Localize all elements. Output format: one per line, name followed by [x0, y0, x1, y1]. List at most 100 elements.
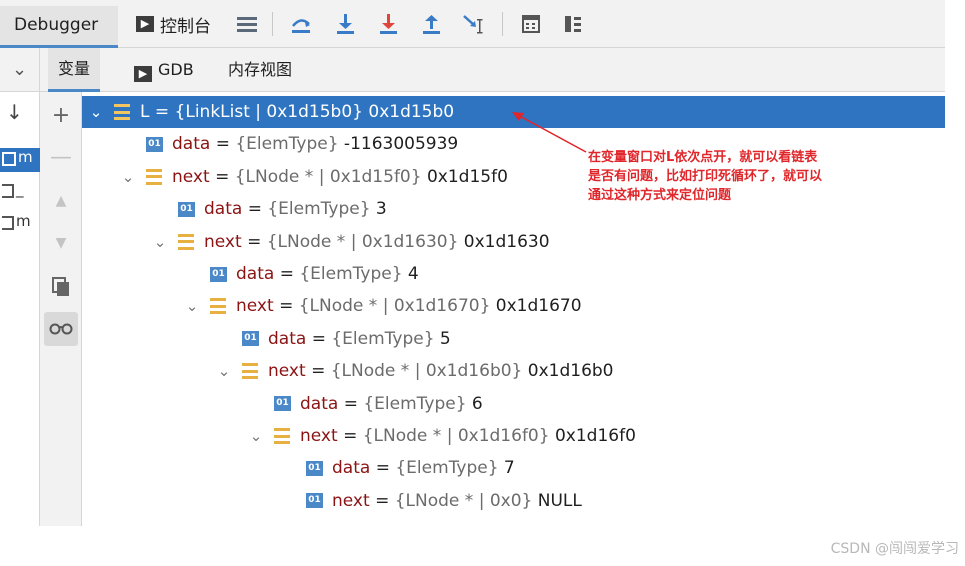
expand-chevron-icon[interactable]: ⌄ — [214, 362, 234, 380]
tab-variables[interactable]: 变量 — [48, 48, 101, 92]
add-watch-icon[interactable]: + — [44, 98, 78, 132]
frame-item[interactable]: m — [0, 212, 31, 236]
variables-actions: + — ▲ ▼ — [40, 92, 82, 526]
variable-row[interactable]: ⌄ next = {LNode * | 0x1d16b0} 0x1d16b0 — [214, 355, 614, 387]
expand-chevron-icon[interactable]: ⌄ — [150, 233, 170, 251]
debugger-toolbar: Debugger ▶ 控制台 — [0, 0, 945, 48]
step-out-icon[interactable] — [418, 10, 444, 38]
variable-type: {LNode * | 0x1d16f0} — [362, 426, 550, 446]
frame-item[interactable]: _ — [0, 180, 24, 204]
frame-icon — [2, 152, 16, 166]
variable-value: 0x1d16f0 — [549, 426, 636, 446]
equals-sign: = — [337, 426, 363, 446]
tab-memory-view[interactable]: 内存视图 — [218, 48, 302, 92]
variable-value: -1163005939 — [338, 134, 459, 155]
variable-value: 0x1d16b0 — [522, 361, 614, 382]
expand-chevron-icon[interactable]: ⌄ — [86, 103, 106, 121]
expand-chevron-icon[interactable]: ⌄ — [182, 297, 202, 315]
variable-row[interactable]: ⌄ next = {LNode * | 0x1d1670} 0x1d1670 — [182, 290, 582, 322]
annotation-line: 在变量窗口对L依次点开，就可以看链表 — [588, 150, 818, 165]
expand-chevron-icon[interactable]: ⌄ — [246, 427, 266, 445]
toolbar-separator — [502, 12, 503, 36]
primitive-icon: 01 — [306, 493, 323, 509]
gdb-icon: ▶ — [134, 66, 152, 82]
variable-type: {LNode * | 0x1d15f0} — [234, 166, 422, 187]
variable-row[interactable]: ⌄ next = {LNode * | 0x1d16f0} 0x1d16f0 — [246, 420, 636, 452]
primitive-icon: 01 — [306, 460, 323, 476]
variable-row[interactable]: 01 data = {ElemType} 4 — [182, 258, 419, 290]
equals-sign: = — [241, 231, 267, 252]
variable-value: 4 — [402, 264, 419, 284]
struct-icon — [242, 363, 258, 380]
variable-value: 5 — [434, 328, 451, 349]
variable-row[interactable]: ⌄ next = {LNode * | 0x1d1630} 0x1d1630 — [150, 226, 550, 258]
variable-row[interactable]: ⌄ L = {LinkList | 0x1d15b0} 0x1d15b0 — [82, 96, 945, 128]
variable-name: next — [332, 490, 370, 511]
primitive-icon: 01 — [178, 201, 195, 217]
equals-sign: = — [369, 490, 395, 511]
menu-icon[interactable] — [234, 10, 260, 38]
primitive-icon: 01 — [242, 331, 259, 347]
variable-name: next — [268, 361, 306, 382]
variable-name: next — [172, 166, 210, 187]
console-button[interactable]: ▶ 控制台 — [136, 10, 211, 38]
variable-name: data — [300, 393, 339, 414]
frames-layout-icon[interactable] — [560, 10, 586, 38]
struct-icon — [114, 104, 130, 120]
chevron-down-icon[interactable]: ⌄ — [0, 48, 40, 92]
expand-chevron-icon[interactable]: ⌄ — [118, 168, 138, 186]
force-step-into-icon[interactable] — [375, 10, 401, 38]
variable-name: next — [236, 296, 274, 317]
variable-value: 0x1d15f0 — [421, 166, 508, 187]
variable-name: data — [332, 458, 371, 479]
watermark: CSDN @闯闯爱学习 — [830, 541, 959, 557]
struct-icon — [274, 428, 290, 444]
variable-row[interactable]: 01 data = {ElemType} 5 — [214, 323, 451, 355]
variable-row[interactable]: 01 data = {ElemType} -1163005939 — [118, 128, 458, 160]
equals-sign: = — [306, 328, 332, 349]
struct-icon — [210, 298, 226, 315]
variable-type: {ElemType} — [267, 199, 371, 220]
variable-row[interactable]: 01 data = {ElemType} 6 — [246, 388, 483, 420]
variable-row[interactable]: 01 next = {LNode * | 0x0} NULL — [278, 485, 582, 517]
console-label: 控制台 — [160, 16, 211, 37]
arrow-down-icon[interactable]: ↓ — [6, 100, 23, 124]
variable-value: NULL — [532, 490, 582, 511]
variable-value: 3 — [370, 199, 387, 220]
equals-sign: = — [305, 361, 331, 382]
variable-value: 0x1d1670 — [490, 296, 582, 317]
frame-icon — [2, 184, 14, 198]
move-up-icon[interactable]: ▲ — [44, 184, 78, 218]
console-icon: ▶ — [136, 16, 154, 32]
struct-icon — [178, 233, 194, 250]
variable-type: {ElemType} — [331, 328, 435, 349]
variable-value: 7 — [498, 458, 515, 479]
primitive-icon: 01 — [274, 396, 291, 412]
toolbar-separator — [272, 12, 273, 36]
primitive-icon: 01 — [146, 136, 163, 152]
variable-row[interactable]: 01 data = {ElemType} 3 — [150, 193, 387, 225]
annotation-note: 在变量窗口对L依次点开，就可以看链表 是否有问题，比如打印死循环了，就可以 通过… — [588, 148, 888, 205]
copy-icon[interactable] — [44, 270, 78, 304]
step-over-icon[interactable] — [288, 10, 314, 38]
equals-sign: = — [210, 134, 236, 155]
variable-type: {LNode * | 0x1d16b0} — [330, 361, 523, 382]
evaluate-icon[interactable] — [518, 10, 544, 38]
variable-name: data — [172, 134, 211, 155]
variable-name: next — [300, 426, 338, 446]
panel-tabs: ⌄ 变量 ▶ GDB 内存视图 — [0, 48, 945, 92]
run-to-cursor-icon[interactable] — [460, 10, 488, 38]
variable-row[interactable]: 01 data = {ElemType} 7 — [278, 452, 515, 484]
variable-type: {ElemType} — [395, 458, 499, 479]
tab-debugger[interactable]: Debugger — [0, 6, 118, 48]
frames-panel: ↓ m _ m — [0, 92, 40, 526]
step-into-icon[interactable] — [332, 10, 358, 38]
move-down-icon[interactable]: ▼ — [44, 226, 78, 260]
variable-row[interactable]: ⌄ next = {LNode * | 0x1d15f0} 0x1d15f0 — [118, 161, 508, 193]
tab-gdb[interactable]: ▶ GDB — [124, 48, 204, 92]
frame-item[interactable]: m — [0, 148, 40, 172]
remove-watch-icon[interactable]: — — [44, 140, 78, 174]
glasses-icon[interactable] — [44, 312, 78, 346]
frame-icon — [2, 216, 14, 230]
equals-sign: = — [149, 102, 175, 122]
